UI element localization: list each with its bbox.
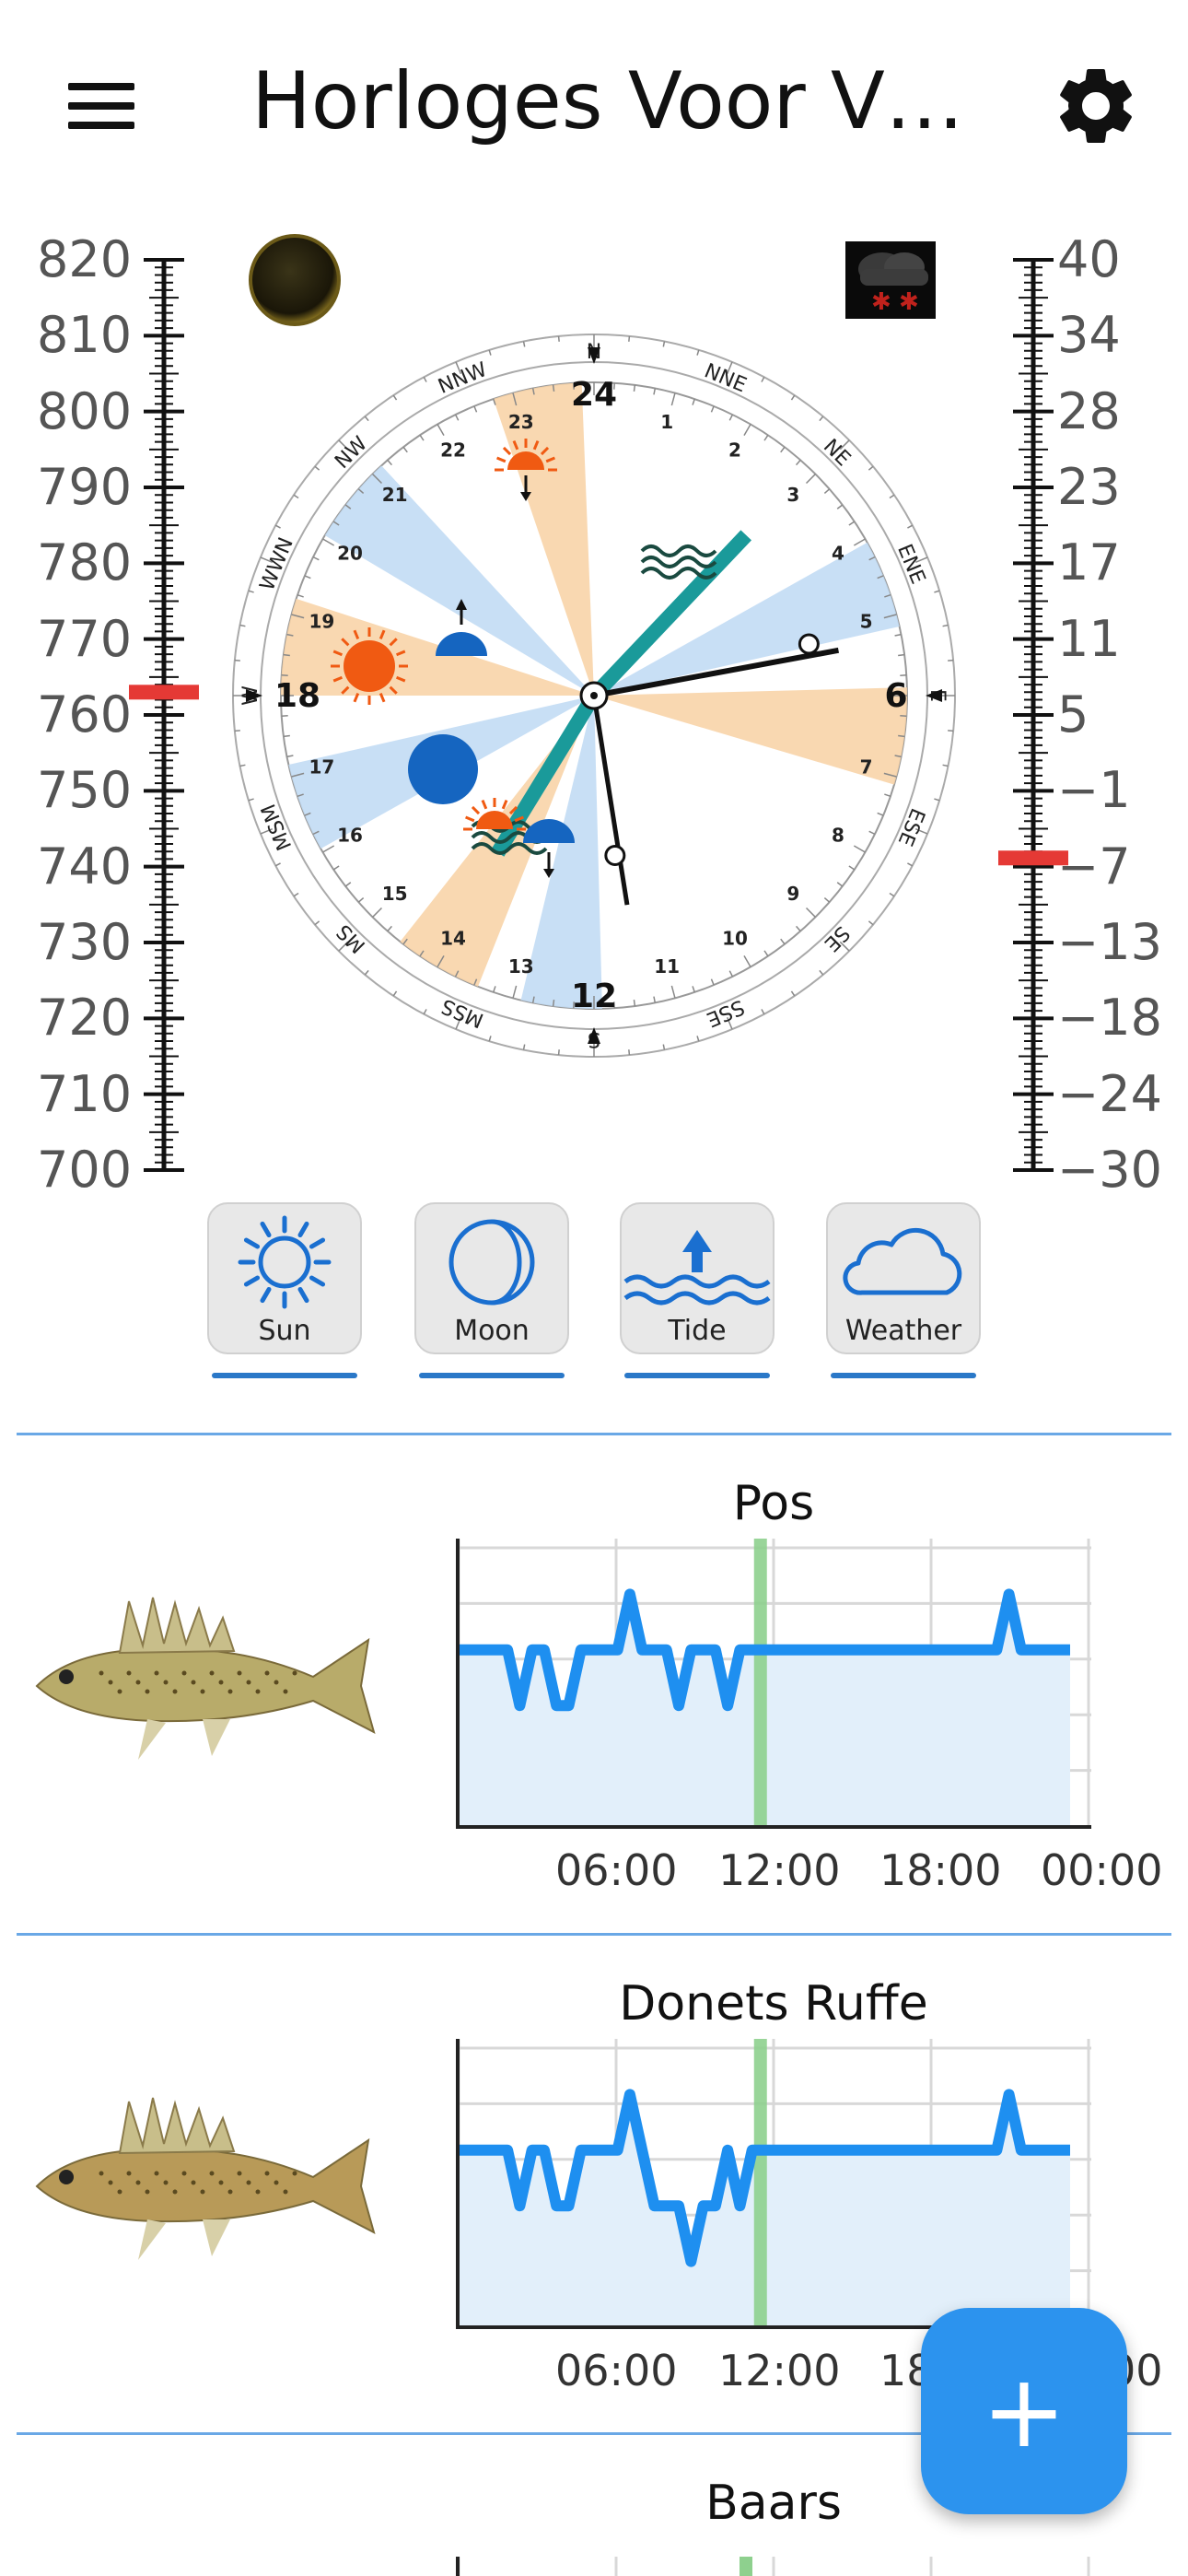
- hour-label-major: 24: [571, 376, 617, 414]
- hour-label: 11: [654, 955, 680, 978]
- hour-label: 23: [508, 411, 534, 433]
- hour-label-major: 18: [274, 677, 320, 715]
- scale-tick-label: −1: [1057, 761, 1131, 820]
- menu-icon[interactable]: [55, 64, 147, 147]
- svg-text:✱: ✱: [871, 288, 891, 316]
- sun-icon: [209, 1212, 360, 1317]
- scale-tick-label: 23: [1057, 458, 1121, 516]
- current-time-marker: [753, 1539, 767, 1826]
- activity-chart[interactable]: [456, 2039, 1091, 2329]
- pressure-marker: [129, 685, 199, 700]
- scale-tick-label: 34: [1057, 306, 1121, 365]
- scale-tick-label: 700: [37, 1141, 133, 1199]
- hour-label: 14: [440, 928, 466, 950]
- pressure-scale: 820 810 800 790 780 770 760 750 740 730 720 710 700: [0, 221, 221, 1198]
- divider: [17, 1933, 1171, 1936]
- scale-tick-label: 740: [37, 837, 133, 896]
- donets-ruffe-fish-image[interactable]: [18, 2085, 378, 2269]
- scale-tick-label: 720: [37, 989, 133, 1048]
- scale-tick-label: 790: [37, 458, 133, 516]
- hour-label: 7: [860, 756, 873, 779]
- app-bar: Horloges Voor V…: [0, 0, 1188, 203]
- hour-label-major: 6: [884, 677, 907, 715]
- scale-tick-label: 800: [37, 381, 133, 440]
- plus-icon: +: [981, 2352, 1067, 2470]
- weather-mode-button[interactable]: Weather: [826, 1202, 981, 1354]
- moon-mode-button[interactable]: Moon: [414, 1202, 569, 1354]
- hour-label: 15: [382, 883, 408, 905]
- chart-x-tick-label: 06:00: [555, 1845, 678, 1895]
- scale-tick-label: 11: [1057, 609, 1121, 668]
- hour-label: 16: [337, 825, 363, 847]
- fish-name: Pos: [732, 1476, 815, 1531]
- mode-button-indicator: [624, 1373, 770, 1378]
- gear-icon[interactable]: [1050, 60, 1142, 152]
- hour-label: 9: [786, 883, 799, 905]
- moon-phase-icon[interactable]: [247, 232, 343, 328]
- full-moon-icon: [408, 734, 478, 804]
- scale-tick-label: 5: [1057, 685, 1089, 744]
- scale-tick-label: −24: [1057, 1064, 1162, 1123]
- hour-label: 2: [728, 439, 741, 461]
- scale-tick-label: −13: [1057, 913, 1162, 971]
- hour-label: 1: [660, 411, 673, 433]
- cloud-icon: [828, 1212, 979, 1317]
- temperature-scale: 40 34 28 23 17 11 5 −1 −7 −13 −18 −24 −30: [967, 221, 1188, 1198]
- tide-icon: [622, 1212, 773, 1317]
- hour-label: 13: [508, 955, 534, 978]
- weather-snow-icon[interactable]: ✱ ✱: [845, 241, 936, 319]
- mode-button-indicator: [419, 1373, 565, 1378]
- activity-chart[interactable]: [456, 2557, 1091, 2576]
- activity-chart[interactable]: [456, 1539, 1091, 1829]
- scale-tick-label: −30: [1057, 1141, 1162, 1199]
- hour-label-major: 12: [571, 978, 617, 1015]
- mode-button-label: Weather: [844, 1315, 962, 1347]
- tide-mode-button[interactable]: Tide: [620, 1202, 775, 1354]
- page-title: Horloges Voor V…: [251, 55, 964, 147]
- scale-tick-label: 40: [1057, 230, 1121, 288]
- scale-tick-label: 750: [37, 761, 133, 820]
- svg-text:✱: ✱: [899, 288, 919, 316]
- current-time-marker: [753, 2039, 767, 2326]
- scale-tick-label: 770: [37, 609, 133, 668]
- scale-tick-label: 730: [37, 913, 133, 971]
- moon-icon: [416, 1212, 567, 1317]
- hour-label: 19: [309, 610, 335, 632]
- mode-button-label: Moon: [454, 1315, 530, 1347]
- scale-tick-label: 710: [37, 1064, 133, 1123]
- mode-button-indicator: [212, 1373, 357, 1378]
- chart-x-tick-label: 00:00: [1041, 1845, 1163, 1895]
- hour-label: 4: [832, 543, 844, 565]
- add-fish-button[interactable]: +: [921, 2308, 1127, 2514]
- fish-name: Donets Ruffe: [619, 1976, 928, 2032]
- ruffe-fish-image[interactable]: [18, 1585, 378, 1769]
- hour-label: 22: [440, 439, 466, 461]
- mode-button-indicator: [831, 1373, 976, 1378]
- scale-tick-label: −18: [1057, 989, 1162, 1048]
- scale-tick-label: 820: [37, 230, 133, 288]
- scale-tick-label: −7: [1057, 837, 1131, 896]
- divider: [17, 1433, 1171, 1435]
- hour-label: 20: [337, 543, 363, 565]
- hour-label: 8: [832, 825, 844, 847]
- hour-label: 3: [786, 484, 799, 506]
- scale-tick-label: 760: [37, 685, 133, 744]
- scale-tick-label: 28: [1057, 381, 1121, 440]
- solunar-dial[interactable]: NNNENEENEEESESESSESMSSMSMSMWWWNNWNNW1234…: [226, 327, 962, 1064]
- scale-tick-label: 810: [37, 306, 133, 365]
- chart-x-tick-label: 18:00: [879, 1845, 1002, 1895]
- scale-tick-label: 780: [37, 533, 133, 592]
- mode-button-label: Tide: [668, 1315, 727, 1347]
- chart-x-tick-label: 06:00: [555, 2346, 678, 2395]
- hour-label: 10: [722, 928, 748, 950]
- hour-label: 21: [382, 484, 408, 506]
- sun-mode-button[interactable]: Sun: [207, 1202, 362, 1354]
- hour-label: 17: [309, 756, 335, 779]
- chart-x-tick-label: 12:00: [718, 1845, 841, 1895]
- mode-button-label: Sun: [258, 1315, 311, 1347]
- chart-x-tick-label: 12:00: [718, 2346, 841, 2395]
- hour-label: 5: [860, 610, 873, 632]
- scale-tick-label: 17: [1057, 533, 1121, 592]
